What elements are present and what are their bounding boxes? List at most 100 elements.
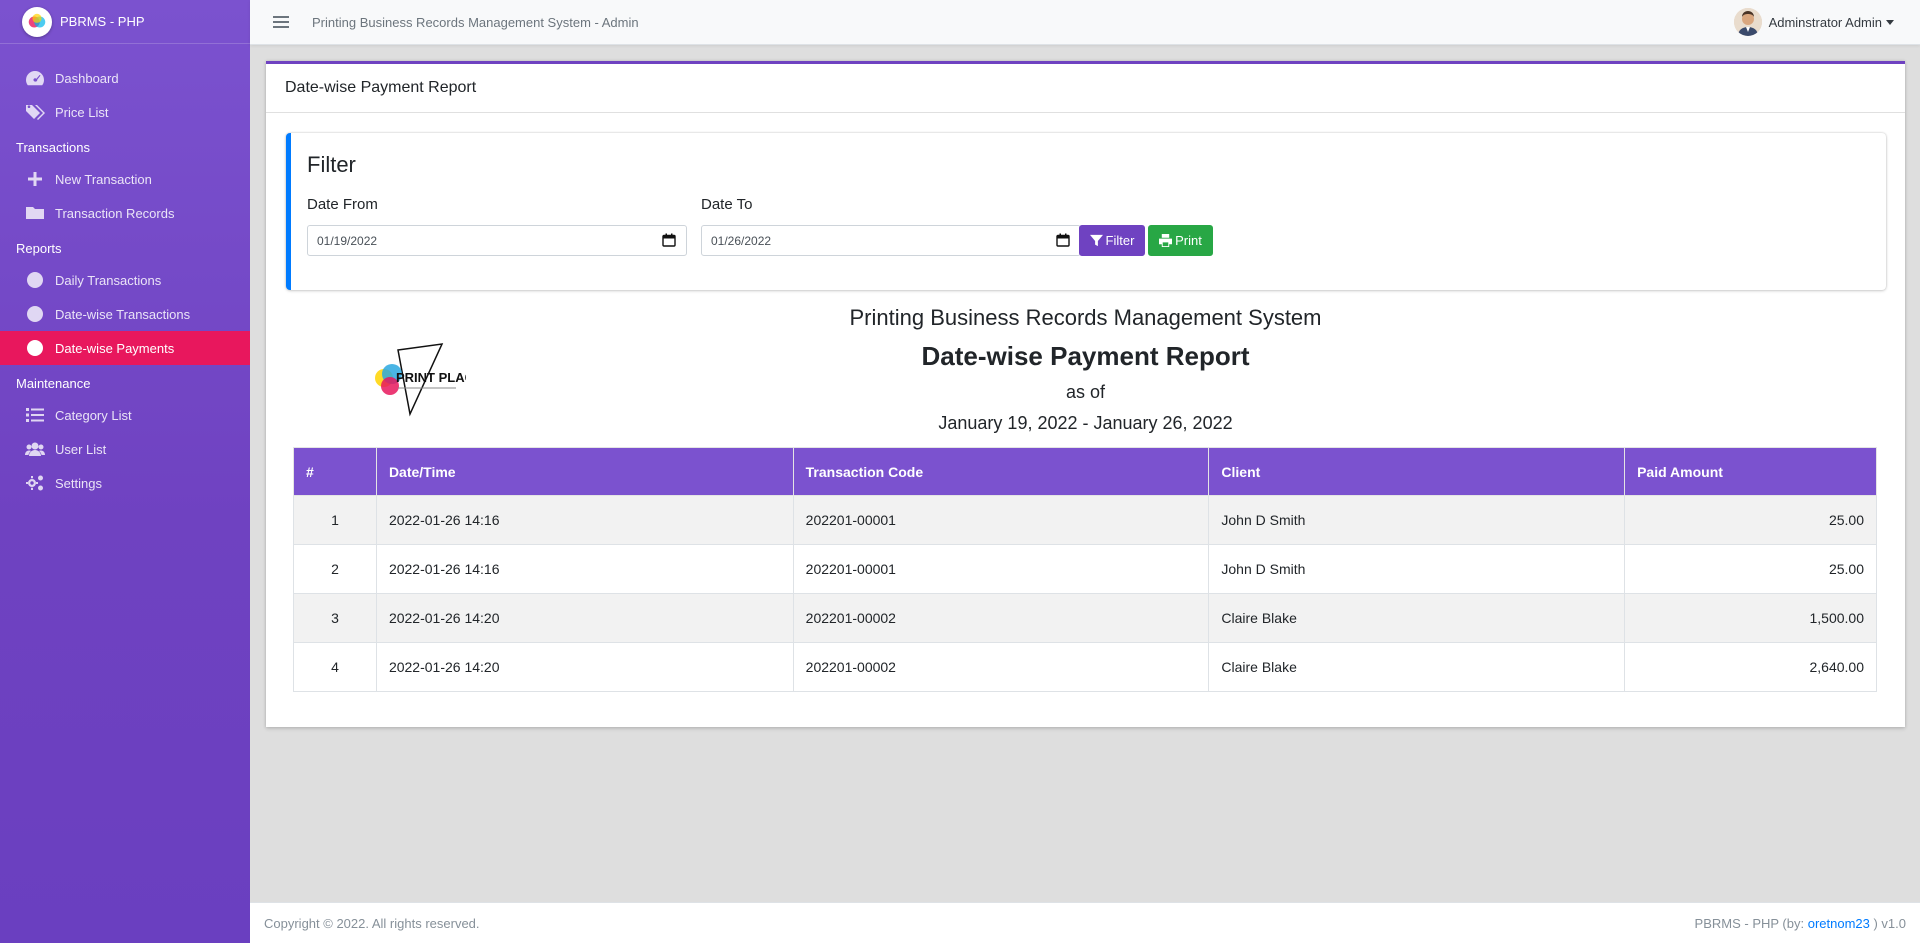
sidebar-item-daily-transactions[interactable]: Daily Transactions [0,263,250,297]
row-code: 202201-00001 [792,495,1210,545]
sidebar-item-settings[interactable]: Settings [0,466,250,500]
report-system-name: Printing Business Records Management Sys… [849,305,1322,330]
date-to-input[interactable]: 01/26/2022 [701,225,1081,256]
date-from-value: 01/19/2022 [317,233,378,248]
row-code: 202201-00001 [792,544,1210,594]
sidebar-item-transaction-records[interactable]: Transaction Records [0,196,250,230]
sidebar-item-label: Date-wise Payments [55,340,175,356]
col-paid-amount[interactable]: Paid Amount [1624,447,1877,496]
row-code: 202201-00002 [792,593,1210,643]
topbar: Printing Business Records Management Sys… [250,0,1920,45]
filter-button-label: Filter [1105,233,1135,248]
sidebar-item-label: Transaction Records [55,205,175,221]
row-datetime: 2022-01-26 14:16 [375,544,794,594]
table-row: 4 2022-01-26 14:20 202201-00002 Claire B… [293,642,1877,692]
row-datetime: 2022-01-26 14:16 [375,495,794,545]
row-number: 3 [293,593,377,643]
row-amount: 2,640.00 [1624,642,1877,692]
credit-prefix: PBRMS - PHP (by: [1694,915,1808,931]
footer: Copyright © 2022. All rights reserved. P… [250,902,1920,943]
sidebar-item-label: Category List [55,407,132,423]
user-name: Adminstrator Admin [1768,14,1882,30]
sidebar-item-label: Settings [55,475,102,491]
row-amount: 1,500.00 [1624,593,1877,643]
col-transaction-code[interactable]: Transaction Code [792,447,1210,496]
row-client: Claire Blake [1208,642,1626,692]
sidebar-item-label: Dashboard [55,70,119,86]
date-to-value: 01/26/2022 [711,233,772,248]
calendar-icon[interactable] [662,233,676,247]
footer-credit: PBRMS - PHP (by: oretnom23 ) v1.0 [1695,916,1906,931]
row-client: John D Smith [1208,495,1626,545]
table-header-row: # Date/Time Transaction Code Client Paid… [293,447,1877,496]
row-client: John D Smith [1208,544,1626,594]
sidebar-item-label: Date-wise Transactions [55,306,191,322]
sidebar-item-date-wise-transactions[interactable]: Date-wise Transactions [0,297,250,331]
report-as-of: as of [1065,382,1106,402]
circle-icon [24,271,46,289]
report-title: Date-wise Payment Report [921,341,1250,371]
payment-table: # Date/Time Transaction Code Client Paid… [293,447,1877,692]
calendar-icon[interactable] [1056,233,1070,247]
tags-icon [24,103,46,121]
chevron-down-icon [1886,19,1894,25]
nav-header-maintenance: Maintenance [16,375,91,391]
sidebar-item-price-list[interactable]: Price List [0,95,250,129]
plus-icon [24,170,46,188]
sidebar-nav: Dashboard Price List Transactions New Tr… [0,44,250,500]
top-title: Printing Business Records Management Sys… [312,14,639,30]
brand-name: PBRMS - PHP [60,14,145,29]
users-icon [24,440,46,458]
row-code: 202201-00002 [792,642,1210,692]
col-number[interactable]: # [293,447,377,496]
row-number: 1 [293,495,377,545]
table-row: 2 2022-01-26 14:16 202201-00001 John D S… [293,544,1877,594]
sidebar-item-dashboard[interactable]: Dashboard [0,61,250,95]
print-icon [1159,234,1173,247]
circle-icon [24,339,46,357]
row-amount: 25.00 [1624,495,1877,545]
sidebar-item-new-transaction[interactable]: New Transaction [0,162,250,196]
filter-panel: Filter Date From 01/19/2022 Date To 01/2… [286,133,1886,290]
col-client[interactable]: Client [1208,447,1626,496]
table-row: 1 2022-01-26 14:16 202201-00001 John D S… [293,495,1877,545]
filter-button[interactable]: Filter [1079,225,1145,256]
nav-header-transactions: Transactions [16,139,90,155]
report-card: Date-wise Payment Report Filter Date Fro… [266,61,1905,727]
author-link[interactable]: oretnom23 [1808,916,1870,931]
circle-icon [24,305,46,323]
sidebar-item-label: Price List [55,104,109,120]
list-icon [24,406,46,424]
row-amount: 25.00 [1624,544,1877,594]
menu-toggle-icon[interactable] [273,13,289,31]
sidebar-item-category-list[interactable]: Category List [0,398,250,432]
copyright: Copyright © 2022. All rights reserved. [264,915,480,931]
page-title: Date-wise Payment Report [266,64,1905,113]
sidebar-item-label: New Transaction [55,171,152,187]
table-row: 3 2022-01-26 14:20 202201-00002 Claire B… [293,593,1877,643]
sidebar-item-date-wise-payments[interactable]: Date-wise Payments [0,331,250,365]
print-button[interactable]: Print [1148,225,1213,256]
col-datetime[interactable]: Date/Time [375,447,794,496]
sidebar-item-user-list[interactable]: User List [0,432,250,466]
sidebar-item-label: Daily Transactions [55,272,162,288]
print-button-label: Print [1175,233,1202,248]
row-datetime: 2022-01-26 14:20 [375,642,794,692]
nav-header-reports: Reports [16,240,62,256]
sidebar: PBRMS - PHP Dashboard Price List Transac… [0,0,250,943]
filter-title: Filter [307,152,356,177]
cogs-icon [24,474,46,492]
brand[interactable]: PBRMS - PHP [0,0,250,44]
date-from-label: Date From [307,196,378,213]
dashboard-icon [24,69,46,87]
date-from-input[interactable]: 01/19/2022 [307,225,687,256]
sidebar-item-label: User List [55,441,107,457]
row-client: Claire Blake [1208,593,1626,643]
report-date-range: January 19, 2022 - January 26, 2022 [938,413,1233,433]
row-datetime: 2022-01-26 14:20 [375,593,794,643]
user-menu[interactable]: Adminstrator Admin [1733,8,1894,36]
row-number: 2 [293,544,377,594]
row-number: 4 [293,642,377,692]
folder-icon [24,204,46,222]
date-to-label: Date To [701,196,753,213]
